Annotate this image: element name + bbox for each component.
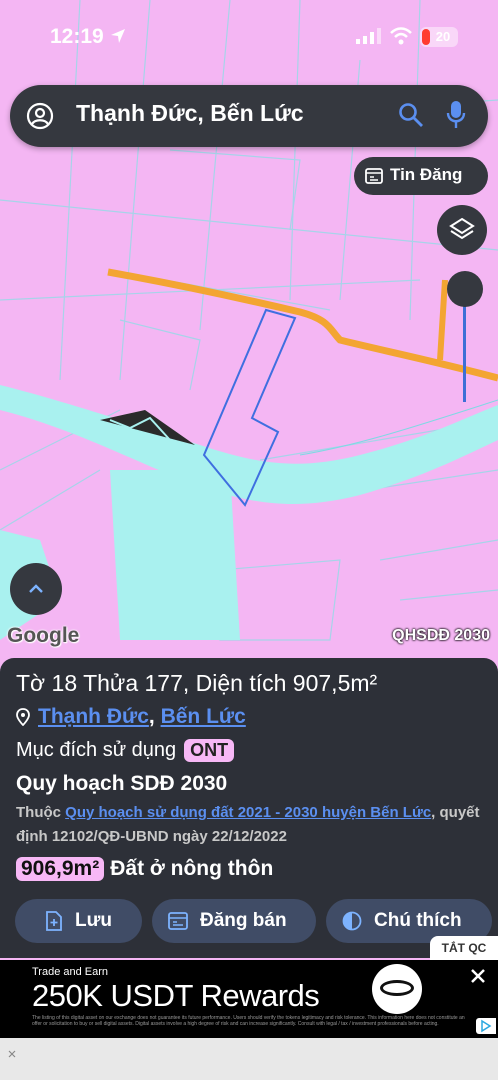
parcel-info-panel: Tờ 18 Thửa 177, Diện tích 907,5m² Thạnh … xyxy=(0,658,498,958)
ad-close-icon[interactable] xyxy=(470,968,486,984)
ad-small-text: Trade and Earn xyxy=(32,966,109,978)
status-time: 12:19 xyxy=(50,25,104,48)
calendar-icon xyxy=(365,168,383,184)
small-close-icon[interactable] xyxy=(8,1050,16,1058)
land-purpose: Mục đích sử dụng ONT xyxy=(16,739,235,762)
expand-button[interactable] xyxy=(10,563,62,615)
parcel-location: Thạnh Đức, Bến Lức xyxy=(16,705,246,729)
search-icon[interactable] xyxy=(398,102,424,128)
google-logo: Google xyxy=(7,624,80,647)
file-plus-icon xyxy=(46,911,62,931)
save-label: Lưu xyxy=(75,910,112,931)
wifi-icon xyxy=(390,27,412,45)
layer-name-label: QHSDĐ 2030 xyxy=(392,627,490,644)
battery-level: 20 xyxy=(435,29,451,44)
note-prefix: Thuộc xyxy=(16,804,61,821)
adchoices-icon[interactable] xyxy=(476,1018,496,1034)
chevron-up-icon xyxy=(29,584,43,593)
bottom-strip xyxy=(0,1038,498,1080)
ad-logo xyxy=(372,964,422,1014)
account-icon[interactable] xyxy=(26,102,54,130)
plan-link[interactable]: Quy hoạch sử dụng đất 2021 - 2030 huyện … xyxy=(65,804,431,821)
save-button[interactable]: Lưu xyxy=(15,899,142,943)
post-for-sale-button[interactable]: Đăng bán xyxy=(152,899,316,943)
listings-label: Tin Đăng xyxy=(390,165,463,184)
purpose-label: Mục đích sử dụng xyxy=(16,739,177,761)
close-ads-button[interactable]: TẮT QC xyxy=(430,936,498,960)
cellular-signal-icon xyxy=(356,28,381,44)
opacity-slider-knob[interactable] xyxy=(447,271,483,307)
search-input[interactable]: Thạnh Đức, Bến Lức xyxy=(76,100,304,127)
status-bar: 12:19 20 xyxy=(0,0,498,70)
location-arrow-icon xyxy=(111,29,125,43)
area-type: Đất ở nông thôn xyxy=(110,857,274,880)
ad-banner[interactable]: Trade and Earn 250K USDT Rewards The lis… xyxy=(0,960,498,1038)
search-bar[interactable]: Thạnh Đức, Bến Lức xyxy=(10,85,488,147)
plan-note: Thuộc Quy hoạch sử dụng đất 2021 - 2030 … xyxy=(16,801,490,849)
ad-headline: 250K USDT Rewards xyxy=(32,978,320,1013)
layers-button[interactable] xyxy=(437,205,487,255)
listings-button[interactable]: Tin Đăng xyxy=(354,157,488,195)
post-for-sale-label: Đăng bán xyxy=(200,910,287,931)
calendar-list-icon xyxy=(168,912,188,930)
legend-label: Chú thích xyxy=(374,910,462,931)
parcel-title: Tờ 18 Thửa 177, Diện tích 907,5m² xyxy=(16,670,378,696)
contrast-icon xyxy=(342,911,362,931)
plan-title: Quy hoạch SDĐ 2030 xyxy=(16,772,228,795)
area-value-badge: 906,9m² xyxy=(16,857,105,881)
microphone-icon[interactable] xyxy=(446,100,466,130)
purpose-code-badge: ONT xyxy=(184,739,235,762)
battery-icon: 20 xyxy=(420,27,458,47)
ad-legal-text: The listing of this digital asset on our… xyxy=(32,1015,465,1027)
ward-link[interactable]: Thạnh Đức xyxy=(38,705,149,728)
location-separator: , xyxy=(148,705,155,728)
layers-icon xyxy=(449,217,475,240)
map-pin-icon xyxy=(16,708,30,726)
district-link[interactable]: Bến Lức xyxy=(161,705,246,728)
planned-area: 906,9m² Đất ở nông thôn xyxy=(16,857,273,881)
